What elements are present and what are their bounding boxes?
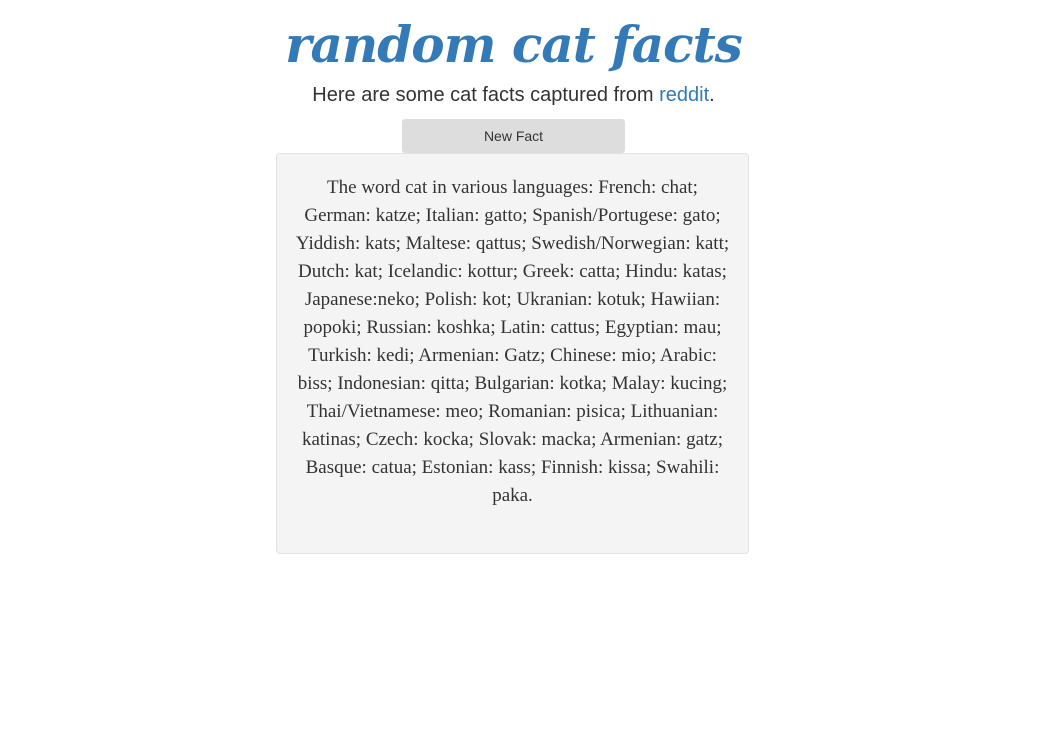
subtitle-prefix: Here are some cat facts captured from (312, 84, 660, 106)
reddit-link[interactable]: reddit (659, 84, 709, 106)
page-subtitle: Here are some cat facts captured from re… (0, 82, 1027, 108)
new-fact-button[interactable]: New Fact (402, 119, 625, 153)
fact-card: The word cat in various languages: Frenc… (276, 153, 749, 554)
fact-text: The word cat in various languages: Frenc… (295, 177, 730, 506)
subtitle-suffix: . (709, 84, 715, 106)
page-title: random cat facts (285, 15, 743, 74)
page: random cat facts Here are some cat facts… (0, 0, 1037, 738)
